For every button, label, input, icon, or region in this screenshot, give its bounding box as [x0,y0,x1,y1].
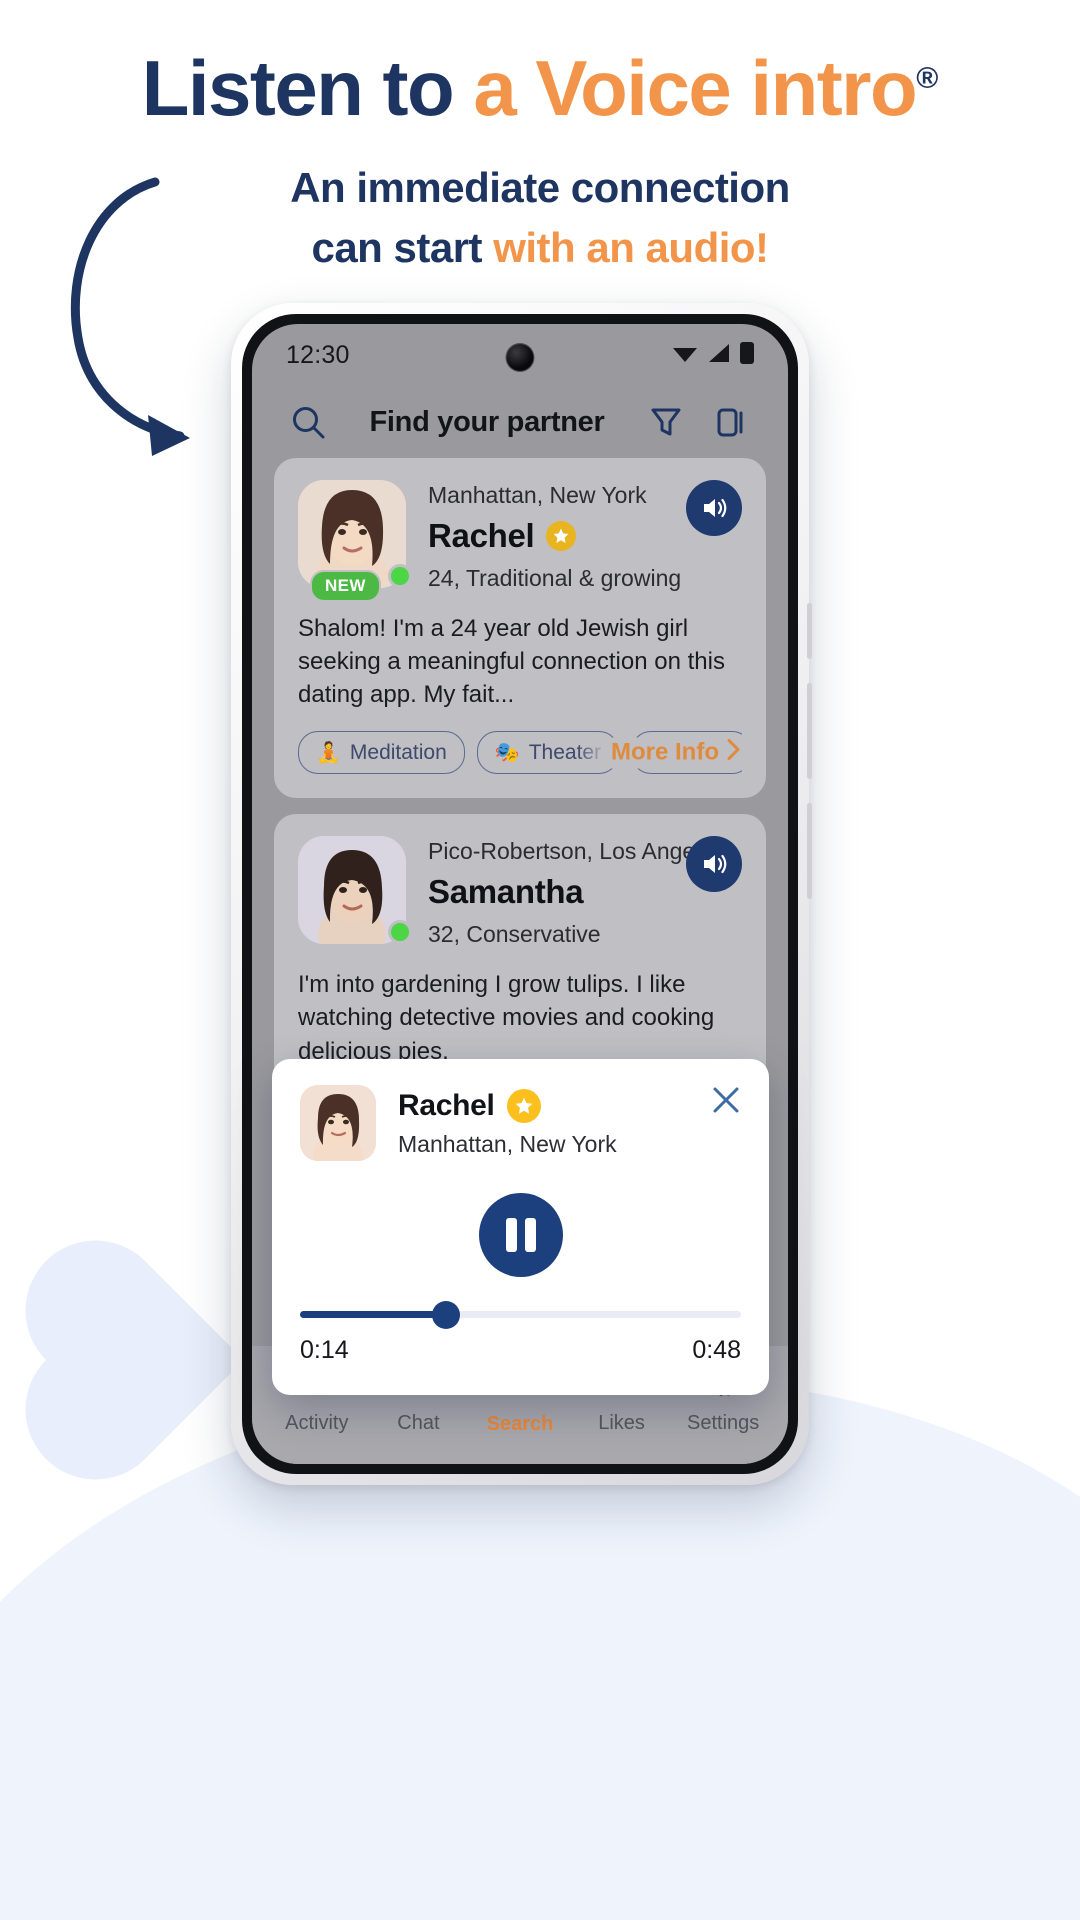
speaker-voice-icon[interactable] [686,836,742,893]
close-icon[interactable] [709,1083,743,1117]
profile-feed: NEW Manhattan, New York Rachel 24, Tradi… [252,458,788,1155]
profile-subinfo: 24, Traditional & growing [428,565,682,591]
player-profile-name: Rachel [398,1088,495,1122]
pause-icon[interactable] [478,1193,563,1277]
subheadline-line-1: An immediate connection [290,164,790,211]
more-info-button[interactable]: More Info [577,737,742,769]
avatar[interactable] [298,836,412,948]
headline-part-1: Listen to [141,44,474,132]
profile-card-rachel[interactable]: NEW Manhattan, New York Rachel 24, Tradi… [274,458,766,799]
seek-handle[interactable] [431,1300,460,1329]
pause-bar-right [524,1218,536,1252]
headline-accent: a Voice intro [473,44,917,132]
nav-label: Activity [285,1412,349,1434]
profile-bio: Shalom! I'm a 24 year old Jewish girl se… [298,615,725,709]
status-badge-new: NEW [310,570,381,602]
cellular-signal-icon [707,343,731,368]
battery-icon [740,341,754,369]
more-info-label: More Info [611,738,719,766]
promo-headline: Listen to a Voice intro® [0,47,1080,129]
profile-name: Samantha [428,873,584,911]
search-icon[interactable] [284,404,332,440]
audio-timestamps: 0:14 0:48 [300,1336,741,1365]
player-avatar [300,1085,376,1161]
avatar[interactable]: NEW [298,480,412,602]
background-heart-shape [46,1261,244,1459]
subheadline-line-2-accent: with an audio! [493,223,769,271]
meditation-icon: 🧘 [316,742,341,765]
phone-side-button-mute [807,603,812,659]
profile-tags: 🧘 Meditation 🎭 Theater 🩴 Swim More [298,731,742,775]
theater-icon: 🎭 [494,742,520,765]
star-verified-icon [546,521,577,551]
tag-label: Meditation [349,740,447,764]
app-header: Find your partner [252,386,788,458]
registered-trademark-icon: ® [916,62,939,95]
star-verified-icon [506,1088,541,1123]
speaker-voice-icon[interactable] [686,480,742,536]
nav-label: Search [486,1413,554,1435]
subheadline-line-2: can start [311,223,494,271]
online-status-indicator [388,920,412,945]
voice-intro-player: Rachel Manhattan, New York 0:14 0:48 [272,1059,769,1395]
status-indicators [672,341,754,369]
page-title: Find your partner [369,405,605,438]
elapsed-time: 0:14 [300,1336,349,1364]
online-status-indicator [388,564,412,588]
front-camera-icon [506,344,534,371]
filter-icon[interactable] [642,405,690,439]
audio-seek-slider[interactable] [300,1300,741,1329]
pause-bar-left [505,1218,517,1252]
tag-chip[interactable]: 🧘 Meditation [298,731,465,775]
nav-label: Settings [687,1412,760,1434]
curved-arrow-icon [40,160,260,465]
nav-label: Chat [397,1412,440,1434]
profile-name: Rachel [428,517,535,554]
chevron-right-icon [726,737,742,768]
status-time: 12:30 [286,340,350,369]
nav-label: Likes [598,1412,645,1434]
phone-side-button-power [807,803,812,899]
status-bar: 12:30 [252,324,788,386]
phone-side-button-volume [807,683,812,779]
player-profile-location: Manhattan, New York [398,1130,617,1157]
total-time: 0:48 [692,1336,741,1364]
card-stack-icon[interactable] [708,405,756,439]
wifi-icon [672,343,698,368]
profile-bio: I'm into gardening I grow tulips. I like… [298,971,715,1065]
seek-progress-fill [300,1311,446,1318]
profile-subinfo: 32, Conservative [428,921,601,948]
